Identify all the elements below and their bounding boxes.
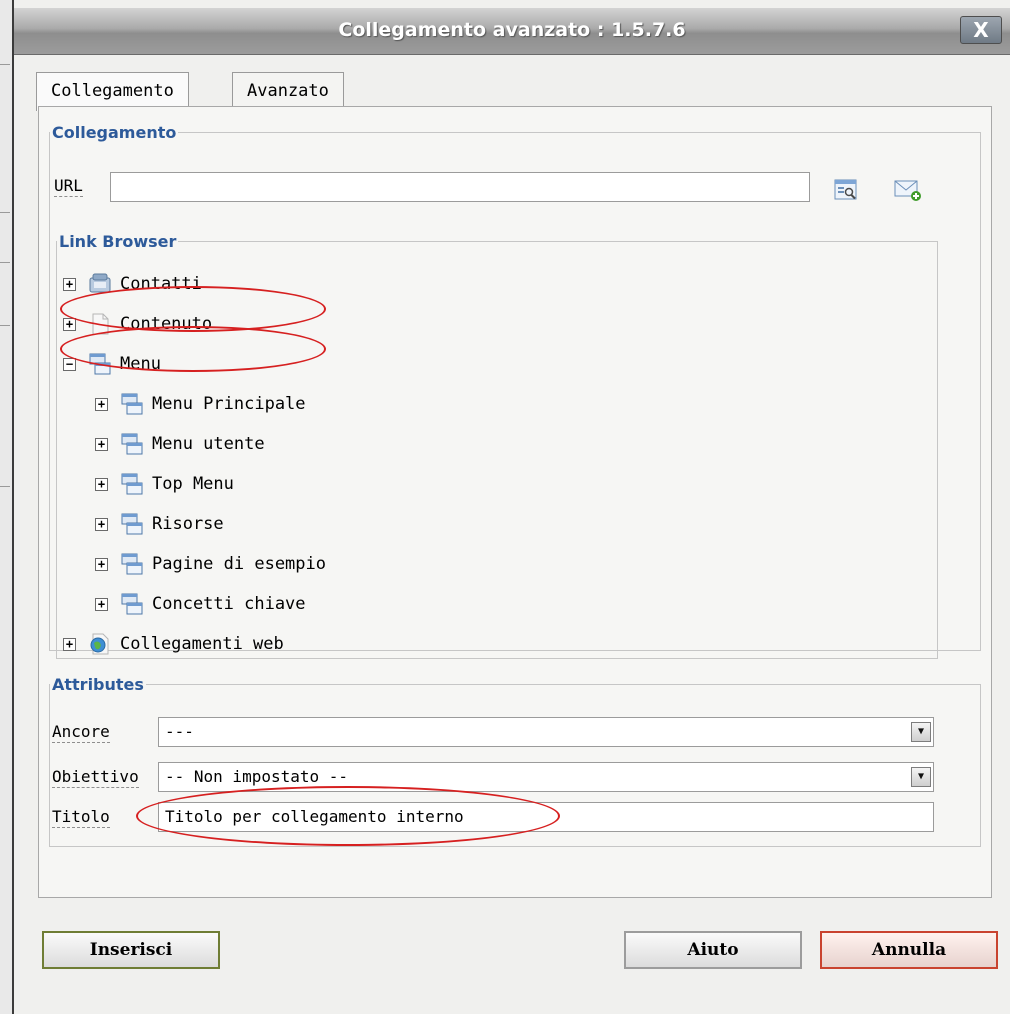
browse-icon[interactable] <box>834 178 858 202</box>
target-select-value: -- Non impostato -- <box>165 767 349 786</box>
tree-node-pagine-di-esempio[interactable]: + Pagine di esempio <box>95 549 326 579</box>
menu-icon <box>121 593 143 615</box>
url-input[interactable] <box>110 172 810 202</box>
tree-node-menu-utente[interactable]: + Menu utente <box>95 429 265 459</box>
document-icon <box>92 313 109 335</box>
url-label: URL <box>54 176 83 197</box>
tree-node-label: Top Menu <box>152 474 234 494</box>
menu-icon <box>121 393 143 415</box>
tree-node-label: Pagine di esempio <box>152 554 326 574</box>
tree-node-label: Menu Principale <box>152 394 306 414</box>
link-browser-group: Link Browser + Contatti + Contenuto − Me… <box>56 232 938 659</box>
tree-node-label: Menu <box>120 354 161 374</box>
tree-node-collegamenti-web[interactable]: + Collegamenti web <box>63 629 284 659</box>
tree-node-label: Collegamenti web <box>120 634 284 654</box>
menu-icon <box>121 473 143 495</box>
collapse-icon[interactable]: − <box>63 357 76 371</box>
tree-node-concetti-chiave[interactable]: + Concetti chiave <box>95 589 306 619</box>
close-button[interactable]: X <box>960 16 1002 44</box>
expand-icon[interactable]: + <box>63 317 76 331</box>
tree-node-contenuto[interactable]: + Contenuto <box>63 309 212 339</box>
anchor-label: Ancore <box>52 722 110 743</box>
chevron-down-icon[interactable]: ▼ <box>911 722 931 742</box>
expand-icon[interactable]: + <box>95 437 108 451</box>
menu-icon <box>121 553 143 575</box>
anchor-select-value: --- <box>165 722 194 741</box>
link-group: Collegamento URL Link Browser + Contatti… <box>49 123 981 659</box>
tree-node-label: Contatti <box>120 274 202 294</box>
globe-icon <box>90 633 109 655</box>
tree-node-contatti[interactable]: + Contatti <box>63 269 202 299</box>
title-label: Titolo <box>52 807 110 828</box>
menu-icon <box>121 433 143 455</box>
link-browser-legend: Link Browser <box>59 232 177 251</box>
expand-icon[interactable]: + <box>63 637 76 651</box>
tree-node-label: Contenuto <box>120 314 213 334</box>
expand-icon[interactable]: + <box>63 277 76 291</box>
contacts-icon <box>89 273 111 293</box>
title-input[interactable]: Titolo per collegamento interno <box>158 802 934 832</box>
tab-panel: Collegamento URL Link Browser + Contatti… <box>38 106 992 898</box>
expand-icon[interactable]: + <box>95 477 108 491</box>
menu-icon <box>89 353 111 375</box>
help-button[interactable]: Aiuto <box>624 931 802 969</box>
target-select[interactable]: -- Non impostato -- ▼ <box>158 762 934 792</box>
target-label: Obiettivo <box>52 767 139 788</box>
email-link-icon[interactable] <box>894 178 922 202</box>
link-group-legend: Collegamento <box>52 123 177 142</box>
dialog-title: Collegamento avanzato : 1.5.7.6 <box>338 19 686 41</box>
tree-node-menu-principale[interactable]: + Menu Principale <box>95 389 306 419</box>
chevron-down-icon[interactable]: ▼ <box>911 767 931 787</box>
cancel-button[interactable]: Annulla <box>820 931 998 969</box>
title-bar: Collegamento avanzato : 1.5.7.6 X <box>14 8 1010 55</box>
attributes-legend: Attributes <box>52 675 144 694</box>
link-dialog: Collegamento avanzato : 1.5.7.6 X Colleg… <box>12 0 1010 1014</box>
insert-button[interactable]: Inserisci <box>42 931 220 969</box>
expand-icon[interactable]: + <box>95 557 108 571</box>
attributes-group: Attributes Ancore --- ▼ Obiettivo -- Non… <box>49 675 981 847</box>
expand-icon[interactable]: + <box>95 397 108 411</box>
tree-node-label: Concetti chiave <box>152 594 306 614</box>
anchor-select[interactable]: --- ▼ <box>158 717 934 747</box>
expand-icon[interactable]: + <box>95 517 108 531</box>
tree-node-top-menu[interactable]: + Top Menu <box>95 469 234 499</box>
tree-node-label: Menu utente <box>152 434 265 454</box>
tree-node-risorse[interactable]: + Risorse <box>95 509 224 539</box>
tree-node-menu[interactable]: − Menu <box>63 349 161 379</box>
menu-icon <box>121 513 143 535</box>
expand-icon[interactable]: + <box>95 597 108 611</box>
tab-avanzato[interactable]: Avanzato <box>232 72 344 109</box>
tree-node-label: Risorse <box>152 514 224 534</box>
